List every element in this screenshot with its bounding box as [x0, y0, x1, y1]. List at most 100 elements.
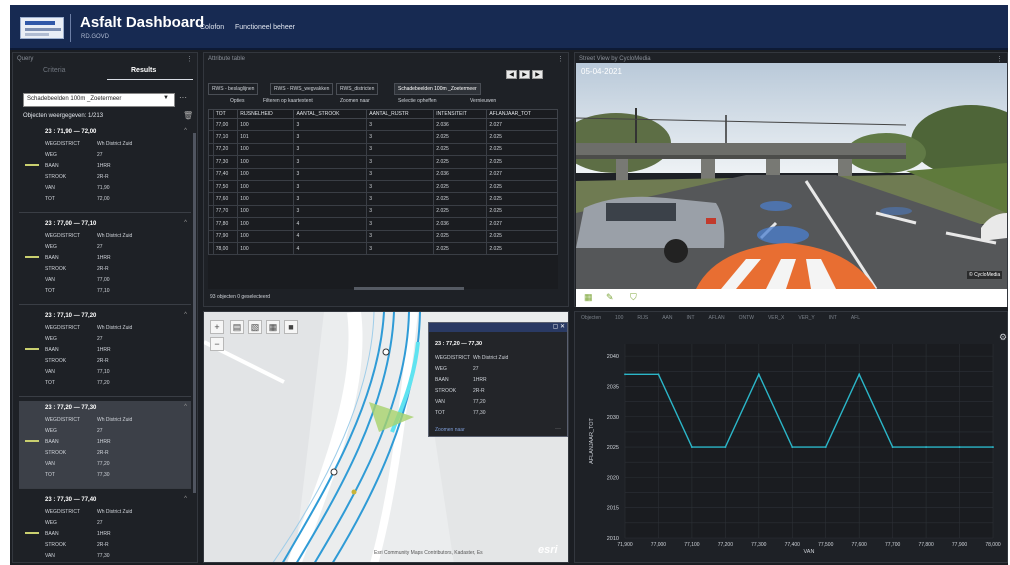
table-row[interactable]: 77,80 100 4 3 2.036 2.027: [208, 217, 558, 231]
table-cell: 3: [366, 142, 435, 157]
nav-left-icon[interactable]: ◀: [506, 70, 517, 79]
basemap-gallery-icon[interactable]: ▦: [266, 320, 280, 334]
chevron-up-icon[interactable]: ^: [184, 312, 187, 318]
menu-opties[interactable]: Opties: [230, 98, 244, 104]
chart-tab[interactable]: INT: [829, 315, 837, 321]
chart-tab[interactable]: VER_Y: [798, 315, 814, 321]
gear-icon[interactable]: ⚙: [999, 332, 1007, 343]
nav-play-icon[interactable]: ▶: [519, 70, 530, 79]
table-header-cell[interactable]: AANTAL_STROOK: [293, 109, 368, 119]
x-tick-label: 77,000: [651, 542, 667, 548]
tab-wegvakken[interactable]: RWS - RWS_wegvakken: [270, 83, 334, 95]
tab-schadebeelden[interactable]: Schadebeelden 100m _Zoetermeer: [394, 83, 481, 95]
close-icon[interactable]: ▢ ✕: [553, 323, 565, 330]
zoom-in-button[interactable]: +: [210, 320, 224, 334]
measure-tool-icon[interactable]: ▧: [248, 320, 262, 334]
table-row[interactable]: 78,00 100 4 3 2.025 2.025: [208, 241, 558, 256]
chart-tab[interactable]: INT: [686, 315, 694, 321]
table-row[interactable]: 77,90 100 4 3 2.025 2.025: [208, 229, 558, 243]
y-tick-label: 2030: [607, 415, 619, 421]
result-card[interactable]: 23 : 77,10 — 77,20 ^ WEGDISTRICT Wh Distric…: [19, 309, 191, 397]
menu-filteren[interactable]: Filteren op kaartextent: [263, 98, 313, 104]
result-card-title: 23 : 77,30 — 77,40: [45, 497, 97, 503]
chart-tab[interactable]: VER_X: [768, 315, 784, 321]
zoom-to-link[interactable]: Zoomen naar: [435, 427, 465, 433]
field-value: Wh District Zuid: [97, 233, 133, 239]
grid-icon[interactable]: ▦: [584, 292, 593, 303]
popup-field-value: 2R-R: [473, 388, 485, 394]
table-header-cell[interactable]: INTENSITEIT: [433, 109, 488, 119]
result-card[interactable]: 23 : 77,30 — 77,40 ^ WEGDISTRICT Wh Distric…: [19, 493, 191, 561]
trash-icon[interactable]: 🗑: [183, 111, 193, 120]
field-value: 1HRR: [97, 439, 111, 445]
tab-criteria[interactable]: Criteria: [43, 67, 66, 74]
chart-tab[interactable]: AFL: [851, 315, 860, 321]
table-cell: 100: [237, 117, 295, 132]
table-cell: 77,40: [212, 167, 239, 181]
chevron-up-icon[interactable]: ^: [184, 496, 187, 502]
result-field: BAAN 1HRR: [45, 347, 185, 353]
table-cell: 100: [237, 204, 295, 219]
table-header-cell[interactable]: TOT: [212, 109, 239, 119]
query-panel-menu-icon[interactable]: ⋮: [186, 55, 193, 63]
field-name: VAN: [45, 461, 55, 467]
menu-zoomen[interactable]: Zoomen naar: [340, 98, 370, 104]
line-chart[interactable]: 201020152020202520302035204071,900 77,000…: [575, 312, 1009, 564]
chart-tab[interactable]: RIJS: [637, 315, 648, 321]
street-view-image[interactable]: [576, 63, 1007, 289]
map-panel[interactable]: + − ▤ ▧ ▦ ■ ▢ ✕ 23 : 77,20 — 77,30 WEGDI…: [203, 311, 569, 563]
lock-icon[interactable]: ■: [284, 320, 298, 334]
more-icon[interactable]: ···: [555, 426, 561, 432]
chart-tab[interactable]: ONTW: [739, 315, 754, 321]
table-row[interactable]: 77,60 100 3 3 2.025 2.025: [208, 192, 558, 206]
table-header-cell[interactable]: AANTAL_RIJSTR: [366, 109, 435, 119]
more-options-icon[interactable]: ···: [179, 93, 187, 102]
result-card[interactable]: 23 : 77,00 — 77,10 ^ WEGDISTRICT Wh Distric…: [19, 217, 191, 305]
measure-icon[interactable]: ✎: [606, 292, 614, 303]
symbol-line-icon: [25, 348, 39, 350]
tab-districten[interactable]: RWS_districten: [336, 83, 379, 95]
menu-colofon[interactable]: Colofon: [200, 24, 224, 31]
table-row[interactable]: 77,50 100 3 3 2.025 2.025: [208, 179, 558, 194]
result-card[interactable]: 23 : 77,20 — 77,30 ^ WEGDISTRICT Wh Distric…: [19, 401, 191, 489]
table-cell: 100: [237, 155, 295, 169]
tab-results[interactable]: Results: [131, 67, 156, 74]
table-row[interactable]: 77,40 100 3 3 2.036 2.027: [208, 167, 558, 181]
result-list-scrollbar[interactable]: [193, 133, 196, 493]
result-card[interactable]: 23 : 71,90 — 72,00 ^ WEGDISTRICT Wh Distric…: [19, 125, 191, 213]
chart-tab[interactable]: AFLAN: [709, 315, 725, 321]
field-name: VAN: [45, 369, 55, 375]
chevron-up-icon[interactable]: ^: [184, 404, 187, 410]
street-view-menu-icon[interactable]: ⋮: [996, 55, 1003, 63]
table-row[interactable]: 77,10 101 3 3 2.025 2.025: [208, 130, 558, 144]
menu-vernieuwen[interactable]: Vernieuwen: [470, 98, 496, 104]
field-name: TOT: [45, 472, 55, 478]
table-row[interactable]: 77,00 100 3 3 2.036 2.027: [208, 117, 558, 132]
layers-icon[interactable]: ▤: [230, 320, 244, 334]
table-header-cell[interactable]: AFLANJAAR_TOT: [486, 109, 558, 119]
chart-tab[interactable]: 100: [615, 315, 623, 321]
chevron-down-icon[interactable]: ▼: [163, 95, 169, 101]
chart-tab[interactable]: AAN: [662, 315, 672, 321]
tab-beslaglijnen[interactable]: RWS - beslaglijnen: [208, 83, 259, 95]
table-row[interactable]: 77,70 100 3 3 2.025 2.025: [208, 204, 558, 219]
table-row[interactable]: 77,30 100 3 3 2.025 2.025: [208, 155, 558, 169]
menu-functioneel-beheer[interactable]: Functioneel beheer: [235, 24, 295, 31]
table-horizontal-scrollbar[interactable]: [354, 287, 464, 290]
chevron-up-icon[interactable]: ^: [184, 128, 187, 134]
chart-tab[interactable]: Objecten: [581, 315, 601, 321]
x-tick-label: 77,800: [918, 542, 934, 548]
zoom-out-button[interactable]: −: [210, 337, 224, 351]
result-field: BAAN 1HRR: [45, 439, 185, 445]
table-cell: 2.025: [486, 155, 558, 169]
attribute-table-menu-icon[interactable]: ⋮: [557, 55, 564, 63]
shield-icon[interactable]: ⛉: [630, 292, 637, 303]
nav-right-icon[interactable]: ▶: [532, 70, 543, 79]
menu-selectie-opheffen[interactable]: Selectie opheffen: [398, 98, 437, 104]
table-row[interactable]: 77,20 100 3 3 2.025 2.025: [208, 142, 558, 157]
table-cell: 2.025: [486, 229, 558, 243]
table-header-cell[interactable]: RIJSNELHEID: [237, 109, 295, 119]
chevron-up-icon[interactable]: ^: [184, 220, 187, 226]
layer-select[interactable]: Schadebeelden 100m _Zoetermeer: [23, 93, 175, 107]
field-name: STROOK: [45, 450, 67, 456]
